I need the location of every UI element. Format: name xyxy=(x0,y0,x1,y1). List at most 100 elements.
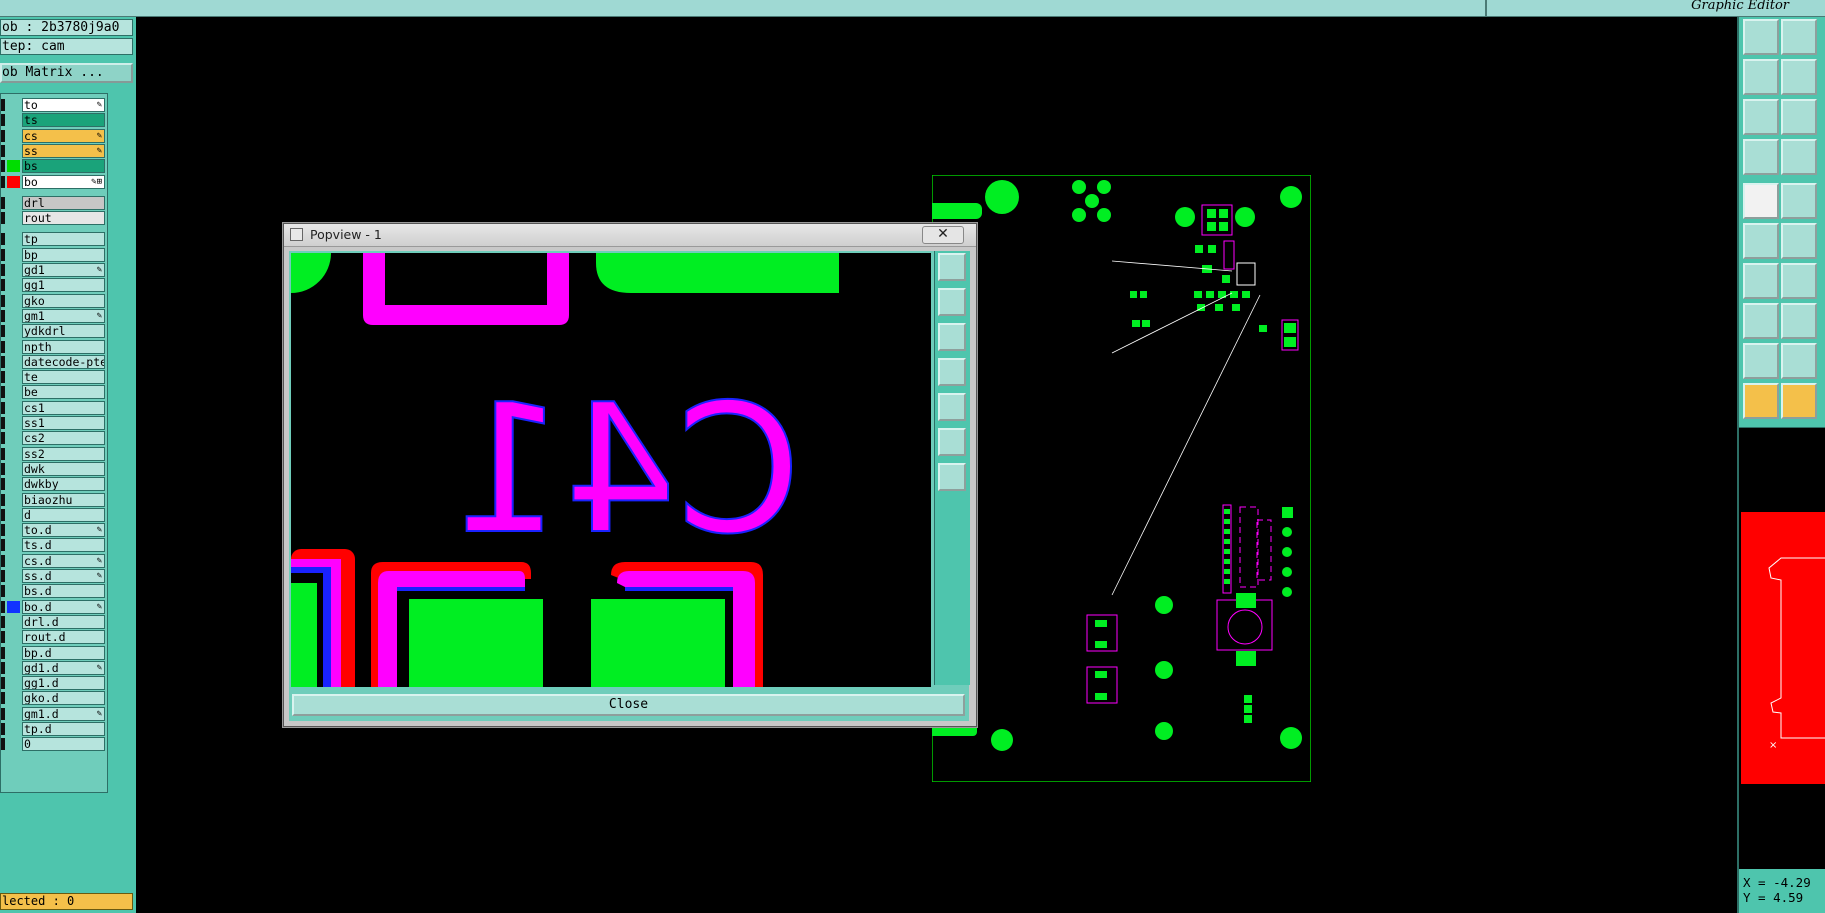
layer-name[interactable]: cs2 xyxy=(22,431,105,446)
add-pad-icon[interactable] xyxy=(1743,183,1779,219)
layer-row[interactable]: ss2 xyxy=(1,446,109,461)
layer-name[interactable]: gm1.d ✎ xyxy=(22,706,105,721)
layer-row[interactable]: cs1 xyxy=(1,400,109,415)
layer-row[interactable]: gg1 xyxy=(1,278,109,293)
layer-name[interactable]: bs.d xyxy=(22,584,105,599)
layer-name[interactable]: gm1 ✎ xyxy=(22,308,105,323)
layer-name[interactable]: rout xyxy=(22,211,105,226)
pan-left-icon[interactable] xyxy=(938,358,966,386)
layer-row[interactable]: gd1 ✎ xyxy=(1,263,109,277)
layer-name[interactable]: ss2 xyxy=(22,446,105,461)
layer-checkbox[interactable] xyxy=(1,264,5,276)
layer-row[interactable]: te xyxy=(1,370,109,385)
layer-row[interactable]: bp xyxy=(1,247,109,262)
layer-row[interactable]: gm1.d ✎ xyxy=(1,706,109,721)
layer-name[interactable]: to.d ✎ xyxy=(22,523,105,538)
layer-name[interactable]: ydkdrl xyxy=(22,324,105,339)
layer-checkbox[interactable] xyxy=(1,160,5,173)
layer-name[interactable]: 0 xyxy=(22,737,105,752)
layer-color-swatch[interactable] xyxy=(7,600,20,613)
layer-name[interactable]: ss.d ✎ xyxy=(22,569,105,583)
layer-checkbox[interactable] xyxy=(1,570,5,582)
layer-name[interactable]: d xyxy=(22,507,105,522)
layer-row[interactable]: cs2 xyxy=(1,431,109,446)
layer-checkbox[interactable] xyxy=(1,677,5,690)
layer-checkbox[interactable] xyxy=(1,196,5,209)
layer-name[interactable]: ss ✎ xyxy=(22,143,105,158)
job-matrix-button[interactable]: ob Matrix ... xyxy=(0,63,133,83)
layer-row[interactable]: to.d ✎ xyxy=(1,523,109,538)
layer-row[interactable]: biaozhu xyxy=(1,492,109,507)
text-icon[interactable] xyxy=(1781,343,1817,379)
layer-row[interactable]: rout.d xyxy=(1,630,109,645)
layer-row[interactable]: dwk xyxy=(1,461,109,476)
layer-row[interactable]: bo.d ✎ xyxy=(1,599,109,614)
horizontal-line-icon[interactable] xyxy=(1781,303,1817,339)
layer-checkbox[interactable] xyxy=(1,723,5,735)
layer-name[interactable]: bs xyxy=(22,159,105,174)
layer-checkbox[interactable] xyxy=(1,294,5,307)
layer-checkbox[interactable] xyxy=(1,554,5,567)
layer-row[interactable]: cs ✎ xyxy=(1,128,109,143)
layer-row[interactable]: ss.d ✎ xyxy=(1,569,109,583)
layer-row[interactable]: to ✎ xyxy=(1,98,109,112)
layer-checkbox[interactable] xyxy=(1,355,5,368)
layer-row[interactable]: ss ✎ xyxy=(1,143,109,158)
layer-name[interactable]: ts xyxy=(22,113,105,128)
layer-name[interactable]: cs.d ✎ xyxy=(22,553,105,568)
zoom-home-icon[interactable] xyxy=(1743,19,1779,55)
layer-checkbox[interactable] xyxy=(1,386,5,399)
layer-row[interactable]: gm1 ✎ xyxy=(1,308,109,323)
layer-checkbox[interactable] xyxy=(1,233,5,246)
layer-checkbox[interactable] xyxy=(1,401,5,414)
cross-icon[interactable] xyxy=(1781,223,1817,259)
layer-row[interactable]: 0 xyxy=(1,737,109,752)
layer-checkbox[interactable] xyxy=(1,114,5,127)
measure-icon[interactable] xyxy=(1743,139,1779,175)
layer-row[interactable]: drl.d xyxy=(1,614,109,629)
layer-checkbox[interactable] xyxy=(1,340,5,353)
layer-name[interactable]: npth xyxy=(22,339,105,354)
select-box-icon[interactable] xyxy=(1781,383,1817,419)
fit-icon[interactable] xyxy=(938,253,966,281)
layer-name[interactable]: dwk xyxy=(22,461,105,476)
triangle-icon[interactable] xyxy=(1743,343,1779,379)
layer-name[interactable]: biaozhu xyxy=(22,492,105,507)
layer-checkbox[interactable] xyxy=(1,615,5,628)
layer-row[interactable]: gko xyxy=(1,293,109,308)
pan-right-icon[interactable] xyxy=(938,393,966,421)
layer-name[interactable]: drl xyxy=(22,195,105,210)
layer-name[interactable]: ss1 xyxy=(22,416,105,430)
layer-row[interactable]: ts.d xyxy=(1,538,109,553)
layer-name[interactable]: be xyxy=(22,385,105,400)
layer-name[interactable]: gd1 ✎ xyxy=(22,263,105,277)
layer-row[interactable]: dwkby xyxy=(1,477,109,492)
layer-name[interactable]: gg1.d xyxy=(22,676,105,691)
layer-name[interactable]: te xyxy=(22,370,105,385)
layer-row[interactable]: bs xyxy=(1,159,109,174)
layer-color-swatch[interactable] xyxy=(7,160,20,173)
layer-name[interactable]: dwkby xyxy=(22,477,105,492)
layer-name[interactable]: cs ✎ xyxy=(22,128,105,143)
layer-row[interactable]: gg1.d xyxy=(1,676,109,691)
layer-checkbox[interactable] xyxy=(1,462,5,475)
window-close-button[interactable]: ✕ xyxy=(922,226,964,244)
popview-titlebar[interactable]: Popview - 1 ✕ xyxy=(284,224,976,247)
layer-name[interactable]: bp.d xyxy=(22,645,105,660)
layer-checkbox[interactable] xyxy=(1,248,5,261)
select-shape-icon[interactable] xyxy=(1743,303,1779,339)
layer-checkbox[interactable] xyxy=(1,539,5,552)
layer-row[interactable]: gko.d xyxy=(1,691,109,706)
layer-name[interactable]: gd1.d ✎ xyxy=(22,660,105,675)
layer-checkbox[interactable] xyxy=(1,325,5,338)
zoom-extents-icon[interactable] xyxy=(1781,99,1817,135)
layer-checkbox[interactable] xyxy=(1,585,5,598)
line-blue-icon[interactable] xyxy=(1781,263,1817,299)
layer-checkbox[interactable] xyxy=(1,508,5,521)
layer-checkbox[interactable] xyxy=(1,646,5,659)
layer-name[interactable]: tp xyxy=(22,232,105,247)
layer-row[interactable]: bp.d xyxy=(1,645,109,660)
select-arrow-icon[interactable] xyxy=(1743,383,1779,419)
layer-checkbox[interactable] xyxy=(1,738,5,751)
layer-name[interactable]: ts.d xyxy=(22,538,105,553)
